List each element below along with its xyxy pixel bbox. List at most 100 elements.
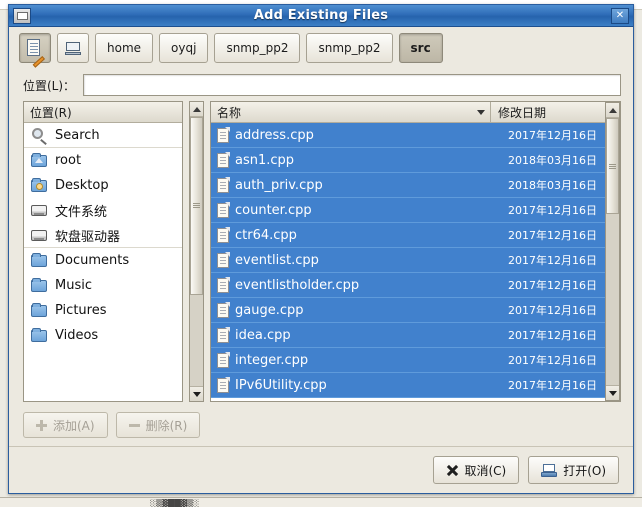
table-row[interactable]: eventlistholder.cpp 2017年12月16日 — [211, 273, 605, 298]
search-icon — [31, 127, 48, 145]
sidebar-item-floppy[interactable]: 软盘驱动器 — [24, 223, 182, 248]
file-icon — [217, 376, 230, 393]
places-scrollbar[interactable] — [189, 101, 204, 402]
file-icon — [217, 301, 230, 318]
folder-icon — [31, 303, 48, 318]
open-folder-icon — [541, 463, 558, 477]
file-date-cell: 2018年03月16日 — [508, 154, 597, 167]
close-x-icon — [446, 464, 458, 476]
file-date-cell: 2018年03月16日 — [508, 179, 597, 192]
table-row[interactable]: asn1.cpp 2018年03月16日 — [211, 148, 605, 173]
table-row[interactable]: gauge.cpp 2017年12月16日 — [211, 298, 605, 323]
places-header: 位置(R) — [24, 102, 182, 123]
table-row[interactable]: eventlist.cpp 2017年12月16日 — [211, 248, 605, 273]
file-name-cell: eventlist.cpp — [211, 251, 491, 268]
file-date-cell: 2017年12月16日 — [508, 129, 597, 142]
background-window-clipped-text: ░▒▓██▓▒░ — [150, 499, 200, 507]
sidebar-item-label: Desktop — [55, 178, 109, 193]
chevron-down-icon[interactable] — [477, 109, 485, 115]
scroll-up-arrow-icon[interactable] — [606, 103, 619, 118]
folder-icon — [31, 278, 48, 293]
dialog-footer: 取消(C) 打开(O) — [9, 447, 633, 493]
dialog-titlebar[interactable]: Add Existing Files ✕ — [9, 5, 633, 27]
file-icon — [217, 251, 230, 268]
file-name-cell: integer.cpp — [211, 351, 491, 368]
sidebar-item-filesystem[interactable]: 文件系统 — [24, 198, 182, 223]
remove-button[interactable]: 删除(R) — [115, 412, 201, 438]
breadcrumb-src[interactable]: src — [398, 33, 443, 63]
breadcrumb-snmp-pp2-inner[interactable]: snmp_pp2 — [306, 33, 393, 63]
sidebar-item-label: Search — [55, 127, 100, 143]
sidebar-item-label: Documents — [55, 253, 130, 268]
cancel-button[interactable]: 取消(C) — [433, 456, 520, 484]
file-icon — [217, 151, 230, 168]
sidebar-item-music[interactable]: Music — [24, 273, 182, 298]
breadcrumb-snmp-pp2-outer[interactable]: snmp_pp2 — [214, 33, 301, 63]
open-button[interactable]: 打开(O) — [528, 456, 619, 484]
table-row[interactable]: idea.cpp 2017年12月16日 — [211, 323, 605, 348]
scroll-down-arrow-icon[interactable] — [190, 386, 203, 401]
location-row: 位置(L)： — [9, 69, 633, 101]
path-toolbar: home oyqj snmp_pp2 snmp_pp2 src — [9, 27, 633, 69]
table-row[interactable]: address.cpp 2017年12月16日 — [211, 123, 605, 148]
sidebar-item-root[interactable]: root — [24, 148, 182, 173]
sidebar-item-label: Videos — [55, 328, 99, 343]
grip-icon — [193, 203, 200, 209]
remove-button-label: 删除(R) — [145, 418, 188, 433]
sidebar-item-videos[interactable]: Videos — [24, 323, 182, 348]
places-scroll-thumb[interactable] — [190, 117, 203, 295]
file-icon — [217, 276, 230, 293]
add-button[interactable]: 添加(A) — [23, 412, 108, 438]
table-row[interactable]: auth_priv.cpp 2018年03月16日 — [211, 173, 605, 198]
sidebar-item-search[interactable]: Search — [24, 123, 182, 148]
file-icon — [217, 176, 230, 193]
file-list-pane: 名称 修改日期 address.cpp 2017年12月16日 asn1.cpp 20… — [210, 101, 621, 402]
folder-desktop-icon — [31, 178, 48, 193]
folder-home-icon — [31, 153, 48, 168]
cancel-button-label: 取消(C) — [464, 463, 507, 478]
sidebar-item-label: 文件系统 — [55, 205, 108, 220]
column-header-date[interactable]: 修改日期 — [491, 102, 605, 122]
grip-icon — [609, 163, 616, 169]
file-name-cell: auth_priv.cpp — [211, 176, 491, 193]
sidebar-item-pictures[interactable]: Pictures — [24, 298, 182, 323]
breadcrumb-oyqj[interactable]: oyqj — [159, 33, 209, 63]
browser-panes: 位置(R) Search root Desktop 文件系统 软盘驱动器 Doc… — [9, 101, 633, 402]
table-row[interactable]: counter.cpp 2017年12月16日 — [211, 198, 605, 223]
table-row[interactable]: ctr64.cpp 2017年12月16日 — [211, 223, 605, 248]
close-icon[interactable]: ✕ — [611, 7, 629, 24]
file-list-scroll-track[interactable] — [606, 118, 619, 385]
sidebar-item-label: Pictures — [55, 303, 107, 318]
file-name-label: eventlist.cpp — [235, 252, 319, 268]
window-menu-icon[interactable] — [13, 7, 31, 24]
location-label: 位置(L)： — [23, 78, 76, 93]
file-name-cell: eventlistholder.cpp — [211, 276, 491, 293]
drive-icon — [31, 203, 48, 218]
file-list-scroll-thumb[interactable] — [606, 118, 619, 215]
file-name-label: auth_priv.cpp — [235, 177, 323, 193]
sidebar-item-desktop[interactable]: Desktop — [24, 173, 182, 198]
sidebar-item-label: root — [55, 153, 82, 168]
file-date-cell: 2017年12月16日 — [508, 354, 597, 367]
computer-glyph — [65, 41, 81, 55]
file-name-label: idea.cpp — [235, 327, 291, 343]
file-list-scrollbar[interactable] — [605, 102, 620, 401]
location-input[interactable] — [83, 74, 621, 96]
sidebar-item-label: 软盘驱动器 — [55, 229, 121, 245]
document-pencil-icon[interactable] — [19, 33, 51, 68]
file-date-cell: 2017年12月16日 — [508, 379, 597, 392]
places-scroll-track[interactable] — [190, 117, 203, 386]
plus-icon — [36, 419, 47, 431]
file-icon — [217, 126, 230, 143]
file-date-cell: 2017年12月16日 — [508, 304, 597, 317]
scroll-down-arrow-icon[interactable] — [606, 385, 619, 400]
computer-icon[interactable] — [57, 33, 89, 63]
scroll-up-arrow-icon[interactable] — [190, 102, 203, 117]
document-pencil-glyph — [26, 38, 45, 68]
breadcrumb-home[interactable]: home — [95, 33, 154, 63]
sidebar-item-documents[interactable]: Documents — [24, 248, 182, 273]
table-row[interactable]: integer.cpp 2017年12月16日 — [211, 348, 605, 373]
column-header-name[interactable]: 名称 — [211, 102, 491, 122]
table-row[interactable]: IPv6Utility.cpp 2017年12月16日 — [211, 373, 605, 398]
file-name-label: counter.cpp — [235, 202, 312, 218]
